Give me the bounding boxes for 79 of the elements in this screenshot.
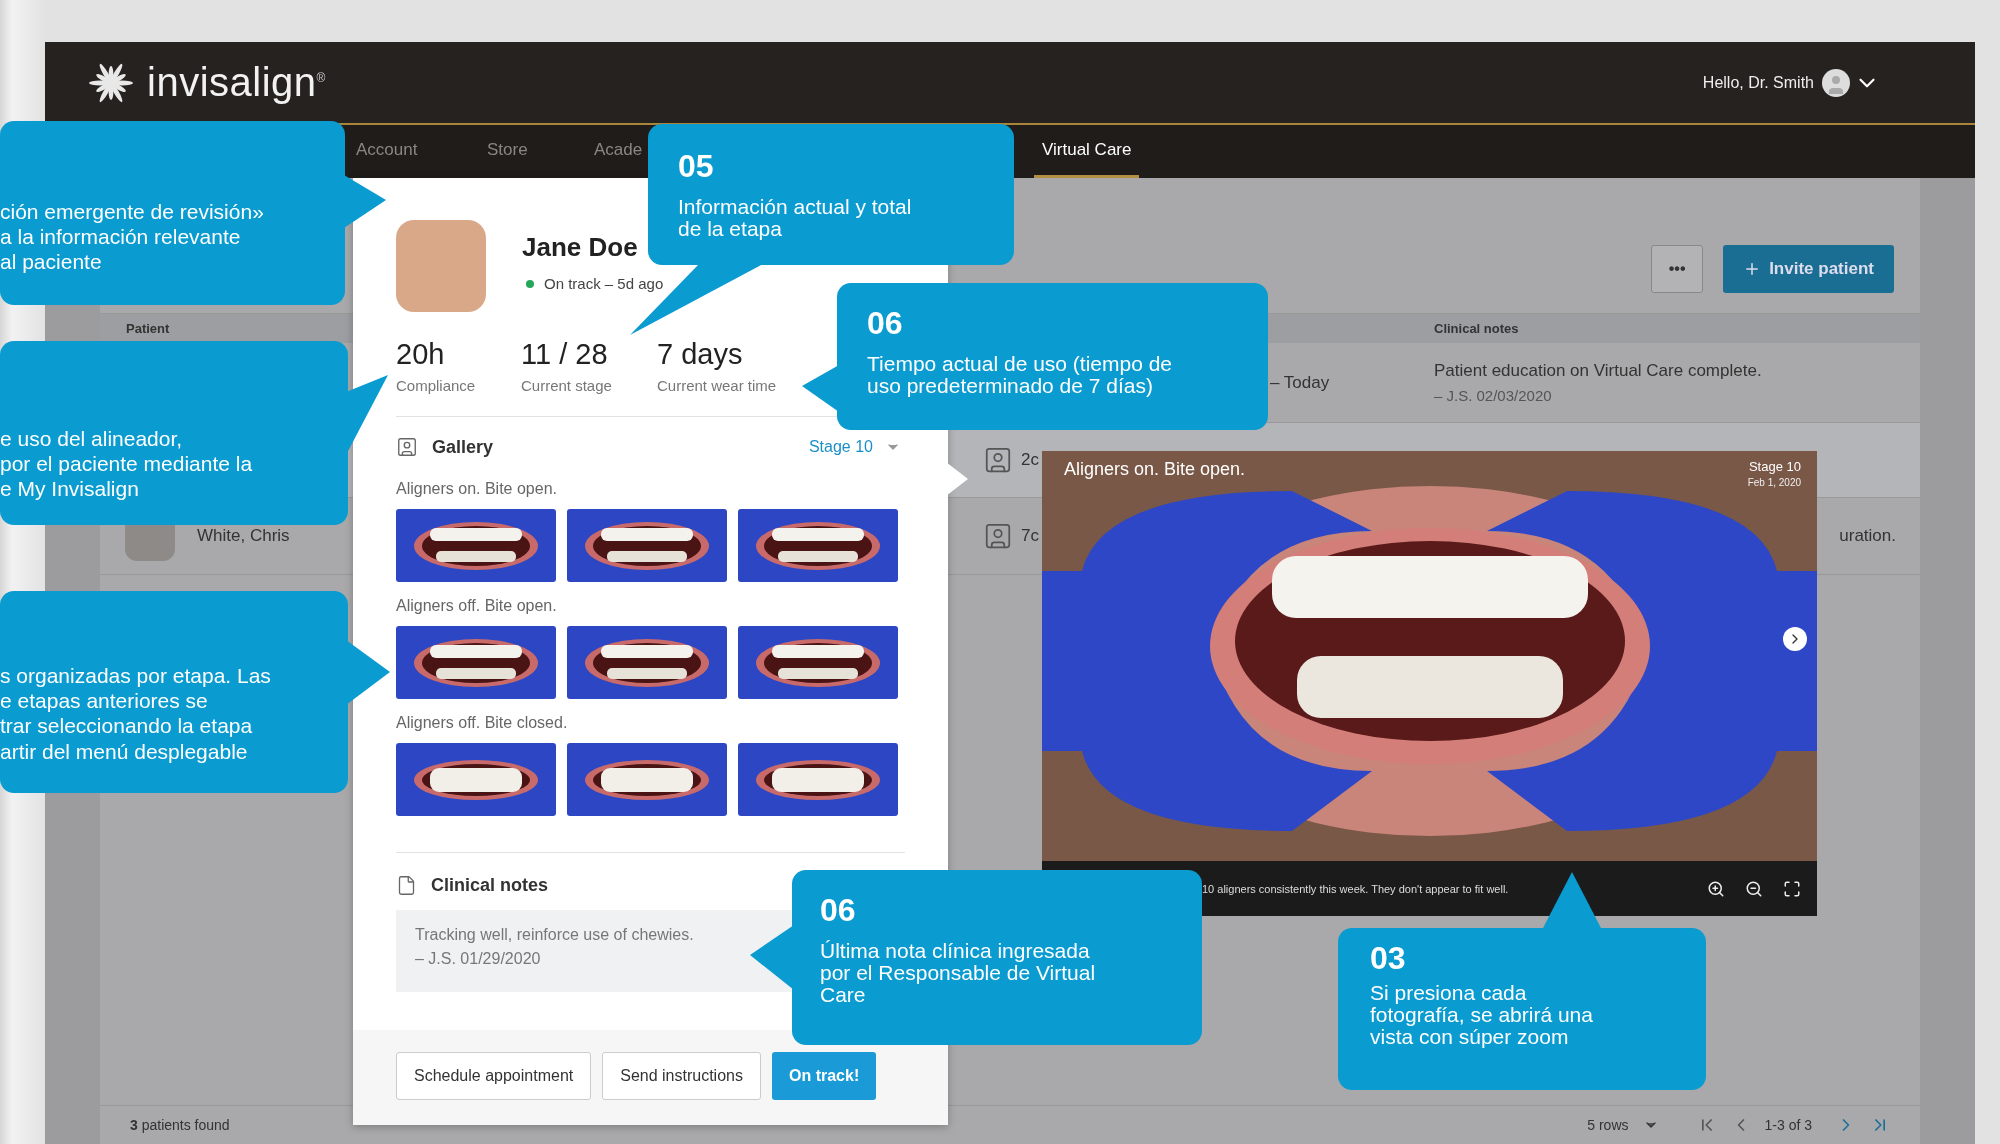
- callout-text-line: al paciente: [0, 249, 103, 275]
- photo-group-label: Aligners off. Bite open.: [396, 596, 558, 616]
- mouth-photo[interactable]: [738, 626, 898, 699]
- invite-button[interactable]: Invite patient: [1723, 245, 1894, 293]
- mouth-photo[interactable]: [396, 509, 556, 582]
- mouth-photo[interactable]: [396, 743, 556, 816]
- callout-text: Última nota clínica ingresada por el Responsable de Virtual Care: [820, 940, 1097, 1007]
- mouth-photo[interactable]: [738, 509, 898, 582]
- callout-text-line: s organizadas por etapa. Las: [0, 663, 272, 689]
- table-cell: 2c: [1021, 450, 1039, 470]
- patients-count: 3 patients found: [130, 1117, 230, 1133]
- callout-text-line: trar seleccionando la etapa: [0, 713, 254, 739]
- patient-name: White, Chris: [197, 526, 290, 546]
- page-range: 1-3 of 3: [1764, 1117, 1812, 1133]
- rows-select[interactable]: 5 rows: [1581, 1116, 1665, 1134]
- callout-text-line: ción emergente de revisión»: [0, 199, 265, 225]
- portrait-icon: [983, 445, 1013, 475]
- user-avatar-icon[interactable]: [1822, 68, 1850, 97]
- note-text: Tracking well, reinforce use of chewies.: [415, 926, 695, 944]
- photo-date: Feb 1, 2020: [1747, 477, 1801, 488]
- nav-tab[interactable]: Account: [356, 125, 418, 178]
- mouth-photo[interactable]: [738, 743, 898, 816]
- stat-value: 20h: [396, 338, 446, 371]
- callout-number: 05: [678, 150, 715, 182]
- callout-number: 06: [820, 894, 857, 926]
- photo-caption: Aligners on. Bite open.: [1064, 459, 1246, 480]
- callout-text: Información actual y total de la etapa: [678, 196, 913, 241]
- table-cell: 7c: [1021, 526, 1039, 546]
- photo-group-label: Aligners off. Bite closed.: [396, 713, 569, 733]
- stat-label: Compliance: [396, 377, 477, 394]
- status-text: On track – 5d ago: [544, 275, 664, 292]
- callout-text-line: e etapas anteriores se: [0, 688, 209, 714]
- status-dot: [526, 279, 534, 288]
- photo-group-label: Aligners on. Bite open.: [396, 479, 558, 499]
- note-author: – J.S. 02/03/2020: [1434, 387, 1553, 404]
- document-icon: [396, 874, 417, 896]
- mouth-photo[interactable]: [567, 743, 727, 816]
- callout-text-line: e uso del alineador,: [0, 426, 184, 452]
- callout-number: 03: [1370, 942, 1407, 974]
- stage-select[interactable]: Stage 10: [808, 438, 905, 456]
- zoom-out-icon[interactable]: [1745, 879, 1763, 898]
- section-title: Clinical notes: [431, 874, 549, 896]
- stat-label: Current wear time: [657, 377, 778, 394]
- note-text: uration.: [1839, 526, 1896, 546]
- stat-value: 11 / 28: [521, 338, 609, 371]
- zoom-in-icon[interactable]: [1707, 879, 1725, 898]
- callout-text: Si presiona cada fotografía, se abrirá una vista con súper zoom: [1370, 982, 1594, 1049]
- date-text: – Today: [1270, 372, 1330, 393]
- nav-tab[interactable]: Acade: [594, 125, 643, 178]
- section-title: Gallery: [432, 436, 494, 458]
- portrait-icon: [983, 521, 1013, 551]
- greeting-text: Hello, Dr. Smith: [1702, 73, 1814, 92]
- secondary-button[interactable]: Schedule appointment: [396, 1052, 592, 1100]
- mouth-photo[interactable]: [567, 509, 727, 582]
- secondary-button[interactable]: Send instructions: [602, 1052, 761, 1100]
- callout-text: Tiempo actual de uso (tiempo de uso predeterminado de 7 días): [867, 353, 1174, 398]
- note-text: Patient education on Virtual Care complete.: [1434, 361, 1762, 381]
- nav-tab[interactable]: Store: [487, 125, 528, 178]
- more-button[interactable]: •••: [1651, 245, 1704, 293]
- mouth-photo[interactable]: [396, 626, 556, 699]
- column-header: Clinical notes: [1434, 321, 1519, 336]
- primary-button[interactable]: On track!: [771, 1052, 877, 1100]
- callout-number: 06: [867, 307, 904, 339]
- mouth-photo[interactable]: [1042, 451, 1817, 861]
- callout-text-line: artir del menú desplegable: [0, 738, 249, 764]
- portrait-icon: [396, 436, 418, 458]
- callout-text-line: por el paciente mediante la: [0, 451, 254, 477]
- note-author: – J.S. 01/29/2020: [415, 950, 542, 968]
- stat-value: 7 days: [657, 338, 744, 371]
- column-header: Patient: [125, 321, 170, 336]
- mouth-photo[interactable]: [567, 626, 727, 699]
- logo-text: invisalign$^{®}$: [147, 60, 326, 105]
- fullscreen-icon[interactable]: [1783, 879, 1801, 898]
- photo-comment: 10 aligners consistently this week. They don't appear to fit well.: [1202, 882, 1509, 895]
- stage-label: Stage 10: [1748, 459, 1801, 474]
- patient-name: Jane Doe: [522, 232, 639, 263]
- stat-label: Current stage: [521, 377, 613, 394]
- callout-text-line: e My Invisalign: [0, 476, 140, 502]
- callout-text-line: a la información relevante: [0, 224, 242, 250]
